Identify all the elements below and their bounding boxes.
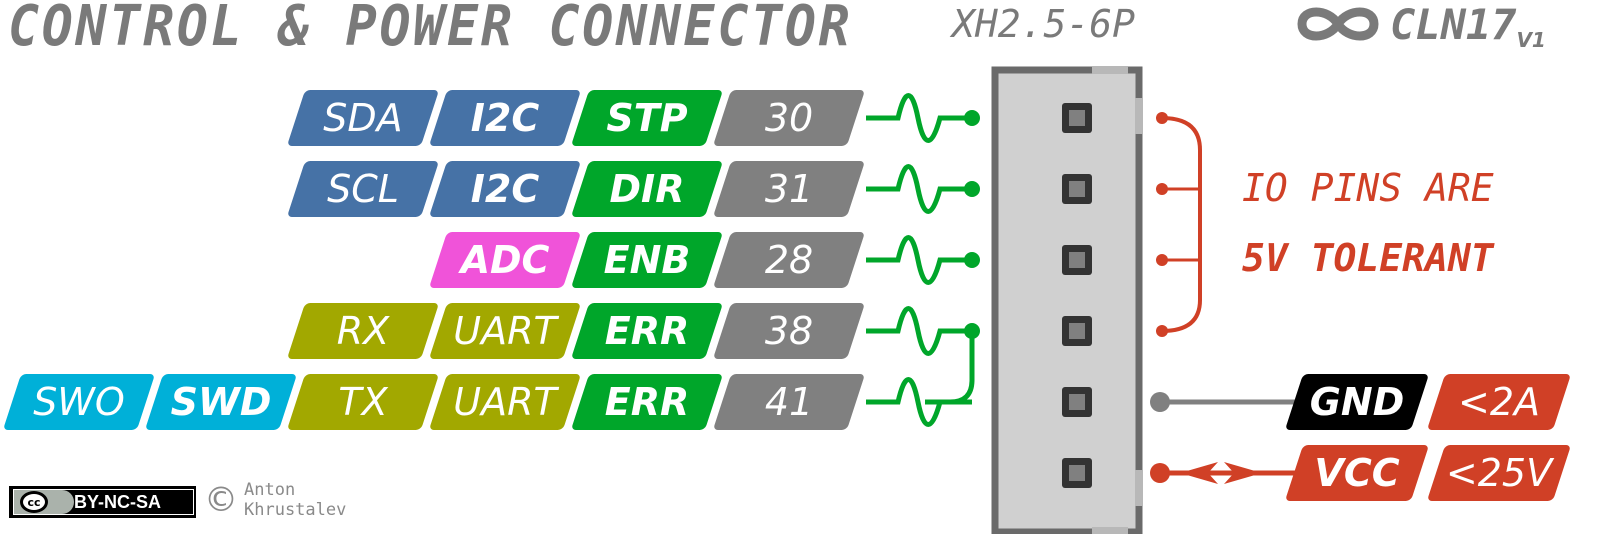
pin-tag-label: SWO — [33, 380, 125, 424]
pin-tag-label: ERR — [604, 380, 690, 424]
pin-tag-label: 31 — [764, 167, 814, 211]
pin-tag-uart: UART — [428, 374, 582, 430]
cc-icon: cc — [20, 491, 48, 513]
signal-wire — [866, 164, 972, 214]
connector-pin — [1062, 174, 1092, 204]
copyright-icon: © — [204, 480, 238, 520]
pin-tag-label: UART — [453, 309, 557, 353]
pin-tag-i2c: I2C — [428, 161, 582, 217]
pin-tag-stp: STP — [570, 90, 724, 146]
pin-tag-dir: DIR — [570, 161, 724, 217]
io-note-line1: IO PINS ARE — [1242, 166, 1494, 210]
pin-tag-swd: SWD — [144, 374, 298, 430]
pin-tag-label: RX — [336, 309, 390, 353]
pin-tag-label: 41 — [764, 380, 814, 424]
pin-tag-label: I2C — [470, 167, 540, 211]
pin-tag-swo: SWO — [2, 374, 156, 430]
connector-notch-top — [1092, 66, 1128, 74]
signal-wire — [866, 235, 972, 285]
pin-tag-label: UART — [453, 380, 557, 424]
pin-tag-label: I2C — [470, 96, 540, 140]
connector-pin — [1062, 245, 1092, 275]
power-tag-label: GND — [1309, 380, 1405, 424]
connector-notch-bottom — [1092, 527, 1128, 534]
pin-tag-38: 38 — [712, 303, 866, 359]
copyright: © Anton Khrustalev — [204, 480, 346, 520]
io-bracket — [1156, 112, 1202, 337]
pin-tag-label: STP — [606, 96, 688, 140]
power-tag-limit: <2A — [1426, 374, 1572, 430]
vcc-wire — [1150, 462, 1300, 484]
pin-tag-label: 30 — [764, 96, 814, 140]
pin-tag-label: SWD — [170, 380, 272, 424]
signal-wire — [866, 306, 972, 356]
author-first-name: Anton — [244, 480, 296, 500]
power-tag-label: <25V — [1445, 451, 1553, 495]
pin-tag-label: ADC — [460, 238, 550, 282]
pin-tag-uart: UART — [428, 303, 582, 359]
signal-wire — [866, 93, 972, 143]
pin-tag-label: 38 — [764, 309, 814, 353]
pin-tag-label: ERR — [604, 309, 690, 353]
pin-tag-label: TX — [338, 380, 388, 424]
io-note-line2: 5V TOLERANT — [1242, 236, 1494, 280]
pin-tag-sda: SDA — [286, 90, 440, 146]
pin-tag-label: DIR — [609, 167, 685, 211]
pin-tag-28: 28 — [712, 232, 866, 288]
pin-tag-scl: SCL — [286, 161, 440, 217]
pin-tag-31: 31 — [712, 161, 866, 217]
gnd-wire — [1150, 392, 1300, 412]
err-bridge-wire — [925, 329, 975, 405]
pin-tag-label: SDA — [323, 96, 403, 140]
connector-key-top — [1135, 98, 1143, 134]
power-tag-label: <2A — [1457, 380, 1540, 424]
power-tag-name: VCC — [1284, 445, 1430, 501]
connector-pin — [1062, 458, 1092, 488]
pin-tag-label: 28 — [764, 238, 814, 282]
pin-tag-30: 30 — [712, 90, 866, 146]
wire-terminal — [964, 110, 980, 126]
connector-pin — [1062, 387, 1092, 417]
power-tag-name: GND — [1284, 374, 1430, 430]
pin-tag-err: ERR — [570, 374, 724, 430]
wire-terminal — [964, 252, 980, 268]
pin-tag-i2c: I2C — [428, 90, 582, 146]
connector-pin — [1062, 103, 1092, 133]
connector-pin — [1062, 316, 1092, 346]
pin-tag-label: ENB — [603, 238, 691, 282]
pin-tag-adc: ADC — [428, 232, 582, 288]
power-tag-limit: <25V — [1426, 445, 1572, 501]
author-last-name: Khrustalev — [244, 500, 347, 520]
connector-key-bottom — [1135, 470, 1143, 506]
pin-tag-rx: RX — [286, 303, 440, 359]
pin-tag-41: 41 — [712, 374, 866, 430]
cc-license-badge: cc BY-NC-SA — [9, 486, 196, 518]
pin-tag-tx: TX — [286, 374, 440, 430]
power-tag-label: VCC — [1314, 451, 1400, 495]
pin-tag-err: ERR — [570, 303, 724, 359]
pin-tag-enb: ENB — [570, 232, 724, 288]
license-text: BY-NC-SA — [74, 491, 162, 512]
pin-tag-label: SCL — [327, 167, 399, 211]
wire-terminal — [964, 181, 980, 197]
